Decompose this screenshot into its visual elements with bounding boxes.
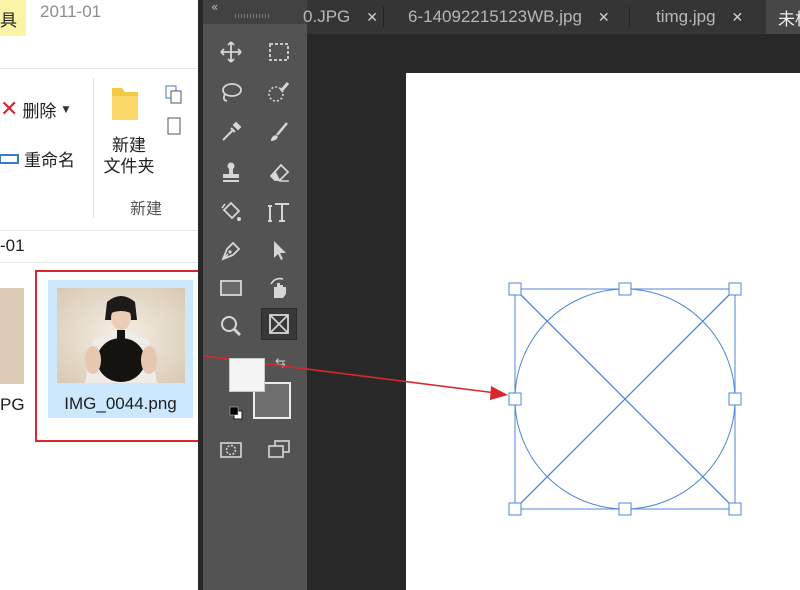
- tab-document-2[interactable]: 6-14092215123WB.jpg ✕: [384, 0, 630, 34]
- tab-document-3[interactable]: timg.jpg ✕: [630, 0, 766, 34]
- gradient-icon: [221, 201, 241, 221]
- ribbon-group-label: 新建: [130, 199, 163, 218]
- quick-select-tool[interactable]: [261, 76, 297, 108]
- zoom-icon: [221, 316, 241, 336]
- eraser-icon: [269, 163, 290, 182]
- quick-mask-button[interactable]: [213, 434, 249, 466]
- tab-label: 未标: [778, 9, 800, 29]
- delete-label: 删除: [22, 102, 57, 122]
- rename-icon: [0, 153, 19, 164]
- document-canvas[interactable]: [406, 73, 800, 590]
- rectangle-icon: [220, 280, 242, 296]
- rename-button[interactable]: 重命名: [0, 146, 75, 171]
- pen-tool[interactable]: [213, 234, 249, 266]
- quick-select-icon: [268, 82, 290, 102]
- marquee-tool[interactable]: [261, 36, 297, 68]
- lasso-icon: [222, 83, 242, 102]
- collapse-icon[interactable]: «: [211, 0, 218, 14]
- chevron-down-icon[interactable]: ▼: [62, 105, 69, 115]
- quickmask-icon: [220, 442, 242, 458]
- ribbon-divider: [0, 68, 198, 69]
- address-divider-top: [0, 230, 198, 231]
- eyedropper-tool[interactable]: [213, 116, 249, 148]
- delete-icon: ✕: [0, 96, 19, 122]
- marquee-icon: [269, 43, 289, 61]
- grip-icon[interactable]: [235, 14, 271, 18]
- screen-mode-icon: [268, 440, 290, 458]
- rotate-view-tool[interactable]: [261, 272, 297, 304]
- highlight-box: [35, 270, 198, 442]
- stamp-tool[interactable]: [213, 156, 249, 188]
- ribbon-tab-label: 具: [0, 11, 17, 31]
- text-tool[interactable]: [261, 196, 297, 228]
- path-select-icon: [274, 241, 286, 260]
- tab-label: 0.JPG: [303, 7, 351, 26]
- toolbar-handle[interactable]: «: [203, 0, 307, 24]
- folder-icon[interactable]: [110, 84, 140, 122]
- frame-graphic[interactable]: [406, 73, 800, 590]
- new-folder-button[interactable]: 新建 文件夹: [100, 136, 158, 178]
- eraser-tool[interactable]: [261, 156, 297, 188]
- tab-label: 6-14092215123WB.jpg: [408, 7, 582, 26]
- move-tool[interactable]: [213, 36, 249, 68]
- move-icon: [220, 41, 242, 63]
- text-icon: [268, 203, 289, 222]
- frame-tool[interactable]: [261, 308, 297, 340]
- pen-icon: [221, 241, 241, 261]
- lasso-tool[interactable]: [213, 76, 249, 108]
- swap-colors-icon[interactable]: ⇆: [275, 356, 286, 371]
- document-tab-bar: 0.JPG ✕ 6-14092215123WB.jpg ✕ timg.jpg ✕…: [303, 0, 800, 34]
- new-folder-label-line1: 新建: [112, 136, 146, 156]
- default-colors-icon[interactable]: [229, 406, 243, 420]
- frame-icon: [269, 314, 289, 334]
- crop-icon: [222, 121, 242, 141]
- new-item-icon[interactable]: [164, 84, 184, 104]
- path-select-tool[interactable]: [261, 234, 297, 266]
- tab-label: timg.jpg: [656, 7, 716, 26]
- ribbon-tab-tools[interactable]: 具: [0, 0, 26, 36]
- tab-document-active[interactable]: 未标: [766, 0, 800, 34]
- file-name-partial[interactable]: PG: [0, 395, 25, 415]
- stamp-icon: [223, 162, 239, 182]
- file-explorer-window: 具 2011-01 ✕ 删除 ▼ 重命名 新建 文件夹 新建 -01 PG IM…: [0, 0, 198, 590]
- zoom-tool[interactable]: [213, 310, 249, 342]
- ribbon-group-divider: [93, 78, 94, 218]
- paint-bucket-tool[interactable]: [213, 196, 249, 228]
- close-icon[interactable]: ✕: [366, 9, 378, 26]
- address-divider-bottom: [0, 262, 198, 263]
- file-thumbnail-partial[interactable]: [0, 288, 24, 384]
- close-icon[interactable]: ✕: [732, 9, 744, 26]
- tools-panel: « ⇆: [203, 0, 307, 590]
- rename-label: 重命名: [24, 151, 75, 171]
- brush-tool[interactable]: [261, 116, 297, 148]
- brush-icon: [271, 122, 288, 141]
- close-icon[interactable]: ✕: [598, 9, 610, 26]
- screen-mode-button[interactable]: [261, 434, 297, 466]
- rectangle-tool[interactable]: [213, 272, 249, 304]
- folder-title: 2011-01: [40, 2, 102, 21]
- tab-document-1[interactable]: 0.JPG ✕: [303, 0, 384, 34]
- photoshop-window: « ⇆ 0.JPG ✕ 6-14092215123WB.jpg ✕ timg.j…: [198, 0, 800, 590]
- hand-rotate-icon: [270, 277, 286, 298]
- new-folder-label-line2: 文件夹: [103, 157, 155, 177]
- delete-button[interactable]: ✕ 删除 ▼: [0, 97, 69, 122]
- foreground-color-swatch[interactable]: [229, 358, 265, 392]
- easy-access-icon[interactable]: [164, 116, 184, 136]
- address-bar[interactable]: -01: [0, 236, 25, 256]
